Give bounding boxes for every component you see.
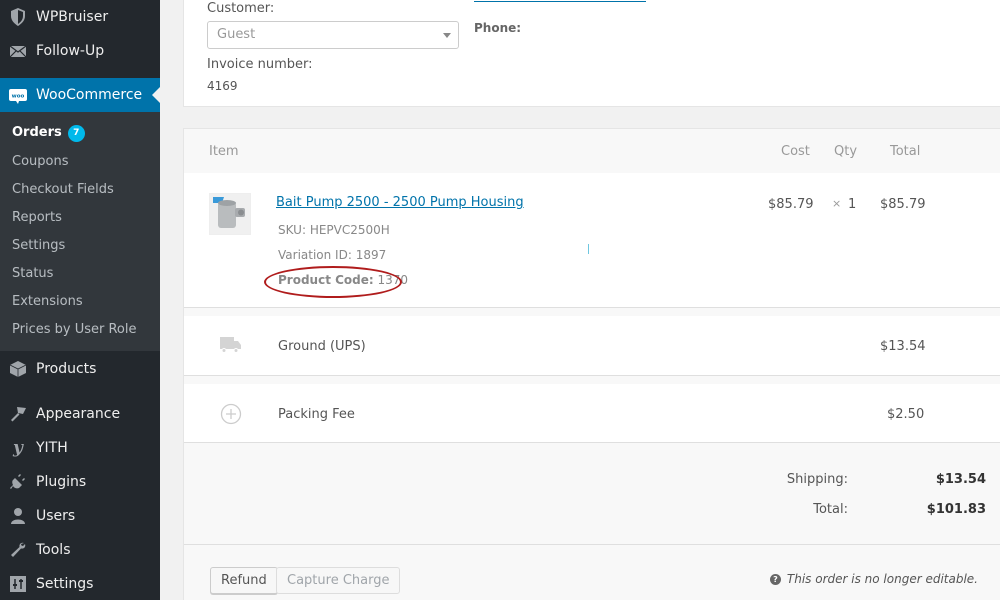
variation-id-meta: Variation ID: 1897: [278, 248, 387, 262]
truck-icon: [220, 336, 242, 358]
admin-sidebar: WPBruiser Follow-Up woo WooCommerce Orde…: [0, 0, 160, 600]
svg-text:y: y: [12, 438, 24, 458]
divider: [184, 544, 1000, 545]
header-qty: Qty: [834, 144, 858, 159]
row-gap: [184, 308, 1000, 316]
sku-meta: SKU: HEPVC2500H: [278, 223, 390, 237]
not-editable-notice: ? This order is no longer editable.: [769, 572, 978, 586]
submenu-item-checkout-fields[interactable]: Checkout Fields: [12, 180, 114, 200]
qty-times-symbol: ×: [832, 197, 842, 210]
items-table-header: Item Cost Qty Total: [184, 129, 1000, 173]
shipping-line-row: Ground (UPS) $13.54: [184, 316, 1000, 375]
product-name-link[interactable]: Bait Pump 2500 - 2500 Pump Housing: [276, 195, 524, 210]
chevron-down-icon: [443, 33, 451, 38]
shipping-method-name: Ground (UPS): [278, 339, 366, 354]
menu-item-products[interactable]: Products: [0, 352, 160, 386]
woocommerce-submenu: Orders 7 Coupons Checkout Fields Reports …: [0, 112, 160, 351]
order-details-panel: Customer: Guest Invoice number: 4169 Pho…: [183, 0, 1000, 107]
fee-name: Packing Fee: [278, 407, 355, 422]
order-items-panel: Item Cost Qty Total Bait Pump 2500 - 250…: [183, 128, 1000, 600]
woocommerce-icon: woo: [0, 78, 36, 112]
menu-item-appearance[interactable]: Appearance: [0, 397, 160, 431]
fee-line-row: Packing Fee $2.50: [184, 384, 1000, 442]
fee-total: $2.50: [887, 407, 925, 422]
refund-button[interactable]: Refund: [210, 567, 278, 594]
email-link[interactable]: [474, 0, 646, 2]
submenu-item-orders[interactable]: Orders 7: [12, 123, 85, 143]
sliders-icon: [0, 567, 36, 600]
submenu-item-settings[interactable]: Settings: [12, 236, 65, 256]
menu-item-tools[interactable]: Tools: [0, 533, 160, 567]
menu-item-yith[interactable]: y YITH: [0, 431, 160, 465]
customer-select[interactable]: Guest: [207, 21, 459, 49]
plug-icon: [0, 465, 36, 499]
invoice-number-value: 4169: [207, 79, 238, 93]
menu-item-plugins[interactable]: Plugins: [0, 465, 160, 499]
divider: [184, 442, 1000, 443]
yith-icon: y: [0, 431, 36, 465]
menu-item-users[interactable]: Users: [0, 499, 160, 533]
line-item-row: Bait Pump 2500 - 2500 Pump Housing SKU: …: [184, 173, 1000, 307]
header-total: Total: [890, 144, 921, 159]
product-thumbnail[interactable]: [209, 193, 251, 235]
orders-count-badge: 7: [67, 125, 85, 142]
row-gap: [184, 376, 1000, 384]
totals-shipping-label: Shipping:: [786, 472, 848, 487]
menu-item-woocommerce[interactable]: woo WooCommerce: [0, 78, 160, 112]
help-icon: ?: [769, 574, 781, 585]
plus-circle-icon: [220, 403, 242, 429]
submenu-item-status[interactable]: Status: [12, 264, 53, 284]
shield-icon: [0, 0, 36, 34]
header-cost: Cost: [781, 144, 810, 159]
svg-text:woo: woo: [12, 94, 25, 100]
menu-item-follow-up[interactable]: Follow-Up: [0, 34, 160, 68]
box-icon: [0, 352, 36, 386]
phone-label: Phone:: [474, 21, 522, 35]
envelope-icon: [0, 34, 36, 68]
header-item: Item: [209, 144, 239, 159]
capture-charge-button[interactable]: Capture Charge: [276, 567, 401, 594]
line-item-cost: $85.79: [768, 197, 814, 212]
product-code-annotation-circle: [264, 266, 402, 298]
totals-total-label: Total:: [813, 502, 848, 517]
active-menu-arrow: [152, 87, 160, 103]
line-item-total: $85.79: [880, 197, 926, 212]
user-icon: [0, 499, 36, 533]
totals-shipping-value: $13.54: [935, 472, 986, 487]
customer-label: Customer:: [207, 1, 275, 16]
text-cursor: [588, 244, 589, 254]
submenu-item-prices-by-user-role[interactable]: Prices by User Role: [12, 320, 136, 340]
submenu-item-reports[interactable]: Reports: [12, 208, 62, 228]
menu-item-settings[interactable]: Settings: [0, 567, 160, 600]
submenu-item-coupons[interactable]: Coupons: [12, 152, 69, 172]
invoice-number-label: Invoice number:: [207, 57, 313, 72]
paintbrush-icon: [0, 397, 36, 431]
line-item-qty: 1: [848, 197, 857, 212]
totals-total-value: $101.83: [926, 502, 986, 517]
submenu-item-extensions[interactable]: Extensions: [12, 292, 83, 312]
wrench-icon: [0, 533, 36, 567]
menu-item-wpbruiser[interactable]: WPBruiser: [0, 0, 160, 34]
shipping-line-total: $13.54: [880, 339, 926, 354]
